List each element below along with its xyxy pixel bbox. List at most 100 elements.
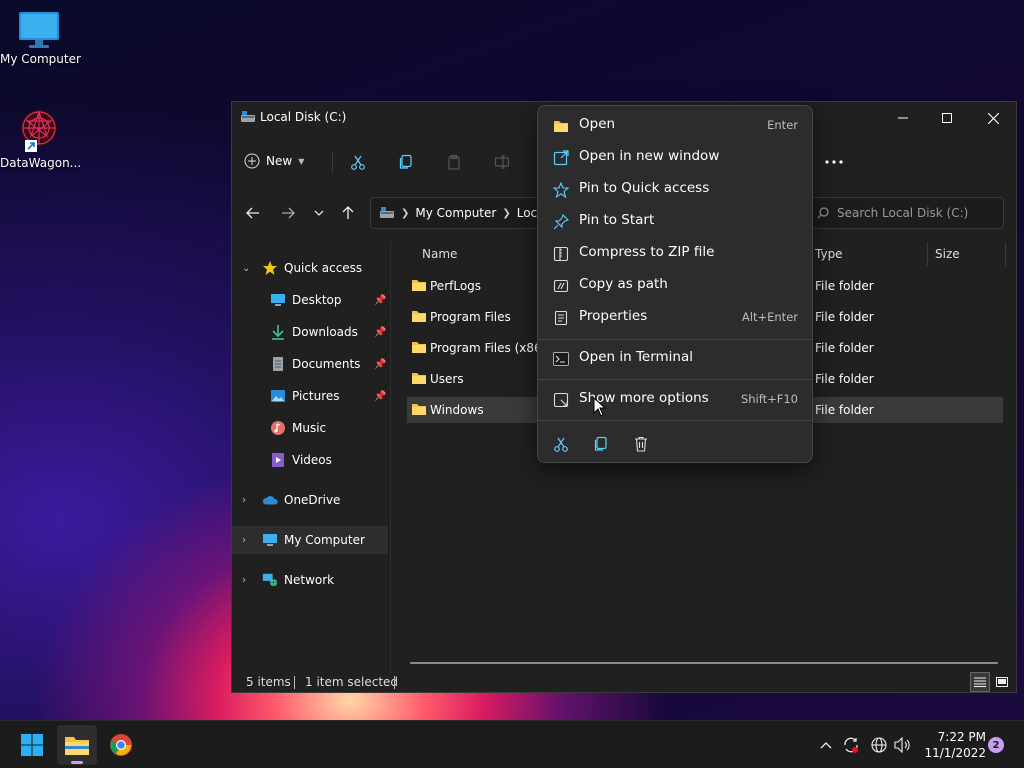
sidebar-item-label: Quick access [284,261,363,275]
column-divider[interactable] [1005,242,1006,266]
chevron-right-icon[interactable]: › [242,535,246,546]
desktop-icon-my-computer[interactable]: My Computer [0,10,81,66]
tiles-view-button[interactable] [992,672,1012,692]
sidebar-item-desktop[interactable]: Desktop 📌 [232,286,388,314]
details-view-button[interactable] [970,672,990,692]
arrow-right-icon [282,207,295,219]
start-button[interactable] [12,725,52,765]
rename-button[interactable] [490,150,514,174]
sidebar-item-quick-access[interactable]: ⌄ Quick access [232,254,388,282]
chevron-right-icon[interactable]: › [242,495,246,506]
copy-path-icon [552,277,570,295]
sidebar-item-my-computer[interactable]: › My Computer [232,526,388,554]
more-button[interactable] [822,150,846,174]
desktop-icon-datawagon[interactable]: DataWagon... [0,106,81,170]
file-type: File folder [815,310,874,324]
search-box[interactable]: Search Local Disk (C:) [806,197,1004,229]
chevron-down-icon: ▼ [298,156,305,166]
rename-icon [494,155,510,169]
menu-item-open-new-window[interactable]: Open in new window [542,142,808,172]
chevron-right-icon[interactable]: › [242,575,246,586]
notification-badge[interactable]: 2 [988,737,1004,753]
show-hidden-icons-button[interactable] [816,721,836,768]
sidebar-item-network[interactable]: › Network [232,566,388,594]
sidebar-item-music[interactable]: Music [232,414,388,442]
taskbar-file-explorer[interactable] [57,725,97,765]
scissors-icon [351,155,365,170]
file-explorer-icon [65,737,89,755]
copy-button[interactable] [394,150,418,174]
sync-status-button[interactable] [840,721,862,768]
menu-cut-button[interactable] [549,432,573,456]
minimize-icon [898,117,908,119]
file-type: File folder [815,403,874,417]
menu-item-properties[interactable]: Properties Alt+Enter [542,302,808,332]
recent-locations-button[interactable] [308,202,330,224]
column-header-type[interactable]: Type [815,247,843,261]
volume-button[interactable] [892,721,914,768]
forward-button[interactable] [277,202,299,224]
sidebar-item-documents[interactable]: Documents 📌 [232,350,388,378]
network-icon [262,572,278,588]
file-name: Program Files [430,310,511,324]
chevron-down-icon [314,210,324,216]
menu-item-open[interactable]: Open Enter [542,110,808,140]
speaker-icon [894,737,910,753]
menu-item-copy-as-path[interactable]: Copy as path [542,270,808,300]
search-placeholder: Search Local Disk (C:) [837,206,969,220]
sidebar-item-label: Pictures [292,389,340,403]
up-button[interactable] [337,202,359,224]
toolbar-separator [332,152,333,172]
horizontal-scrollbar[interactable] [410,662,998,664]
taskbar-chrome[interactable] [101,725,141,765]
cut-button[interactable] [346,150,370,174]
tiles-view-icon [996,677,1008,687]
arrow-left-icon [246,207,259,219]
menu-item-pin-start[interactable]: Pin to Start [542,206,808,236]
folder-icon [411,340,427,357]
back-button[interactable] [242,202,264,224]
column-header-size[interactable]: Size [935,247,960,261]
cloud-icon [262,492,278,508]
sidebar-item-videos[interactable]: Videos [232,446,388,474]
drive-icon [380,207,394,218]
network-status-button[interactable] [868,721,890,768]
column-header-name[interactable]: Name [422,247,457,261]
pin-icon: 📌 [374,390,387,402]
navigation-pane: ⌄ Quick access Desktop 📌 Downloads 📌 Doc [232,242,390,674]
column-divider[interactable] [927,242,928,266]
copy-icon [399,154,412,169]
document-icon [270,356,286,372]
sidebar-item-label: Music [292,421,327,435]
pane-divider[interactable] [390,242,391,674]
menu-item-open-terminal[interactable]: Open in Terminal [542,343,808,373]
monitor-icon [262,532,278,548]
sidebar-item-onedrive[interactable]: › OneDrive [232,486,388,514]
menu-item-show-more-options[interactable]: Show more options Shift+F10 [542,384,808,414]
menu-delete-button[interactable] [629,432,653,456]
menu-copy-button[interactable] [589,432,613,456]
close-icon [987,112,999,124]
trash-icon [635,436,647,452]
menu-item-pin-quick-access[interactable]: Pin to Quick access [542,174,808,204]
details-view-icon [974,677,986,687]
menu-item-shortcut: Alt+Enter [741,310,798,324]
minimize-button[interactable] [880,102,926,134]
pin-icon: 📌 [374,358,387,370]
file-name: PerfLogs [430,279,482,293]
sidebar-item-downloads[interactable]: Downloads 📌 [232,318,388,346]
folder-icon [411,278,427,295]
system-clock[interactable]: 7:22 PM 11/1/2022 [916,729,986,761]
menu-item-compress-zip[interactable]: Compress to ZIP file [542,238,808,268]
paste-button[interactable] [442,150,466,174]
chevron-down-icon[interactable]: ⌄ [242,263,250,274]
globe-icon [871,737,887,753]
new-button[interactable]: New ▼ [244,146,304,176]
sidebar-item-pictures[interactable]: Pictures 📌 [232,382,388,410]
plus-circle-icon [244,153,260,169]
sidebar-item-label: Desktop [292,293,342,307]
menu-item-label: Pin to Start [579,212,655,228]
close-button[interactable] [970,102,1016,134]
maximize-button[interactable] [924,102,970,134]
breadcrumb-my-computer[interactable]: My Computer [415,206,496,220]
